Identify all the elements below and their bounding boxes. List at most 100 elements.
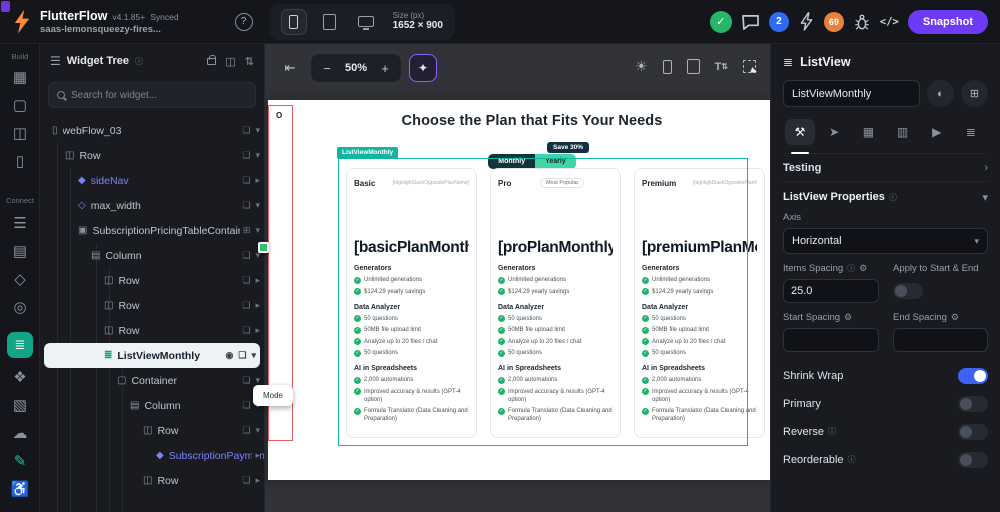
row-actions-icon[interactable]: ❏: [242, 125, 250, 136]
design-canvas[interactable]: ⇤ − 50% + ✦ ☀ T ⇅ O Choose the Plan that …: [265, 44, 770, 512]
help-button[interactable]: ?: [234, 12, 253, 31]
issues-badge[interactable]: 69: [823, 11, 844, 32]
row-actions-icon[interactable]: ❏: [242, 250, 250, 261]
row-actions-icon[interactable]: ❏: [242, 375, 250, 386]
widget-name-input[interactable]: [783, 80, 920, 107]
tab-documentation[interactable]: ≣: [956, 119, 986, 145]
device-preview-icon[interactable]: ▯: [0, 152, 40, 170]
api-calls-icon[interactable]: ◇: [0, 270, 40, 288]
expand-caret[interactable]: ▸: [255, 175, 260, 186]
data-schema-icon[interactable]: ▤: [0, 242, 40, 260]
tab-alignment[interactable]: ▥: [888, 119, 918, 145]
primary-toggle[interactable]: [958, 395, 988, 412]
magic-wand-button[interactable]: ✦: [409, 54, 438, 82]
text-scale-icon[interactable]: T ⇅: [715, 61, 728, 73]
zoom-level[interactable]: 50%: [345, 62, 367, 74]
expand-caret[interactable]: ▸: [255, 300, 260, 311]
tree-item-sidenav[interactable]: ◆ sideNav ❏ ▸: [40, 168, 264, 193]
phone-frame-icon[interactable]: [662, 59, 672, 74]
expand-caret[interactable]: ▸: [255, 275, 260, 286]
expand-caret[interactable]: ▾: [251, 350, 256, 361]
yearly-pill[interactable]: Yearly: [535, 154, 576, 169]
row-actions-icon[interactable]: ❏: [238, 350, 246, 361]
project-name[interactable]: saas-lemonsqueezy-fires...: [40, 24, 179, 36]
row-actions-icon[interactable]: ❏: [242, 200, 250, 211]
widgetize-button[interactable]: ⊞: [961, 80, 988, 107]
tree-item-row[interactable]: ◫ Row ❏ ▸: [40, 293, 264, 318]
row-actions-icon[interactable]: ❏: [242, 300, 250, 311]
tablet-preview-button[interactable]: [317, 9, 343, 35]
expand-caret[interactable]: ▸: [255, 450, 260, 461]
row-actions-icon[interactable]: ❏: [242, 475, 250, 486]
plans-heading[interactable]: Choose the Plan that Fits Your Needs: [298, 113, 766, 129]
tab-animations[interactable]: ▶: [922, 119, 952, 145]
widget-search[interactable]: [48, 82, 256, 108]
code-view-icon[interactable]: </>: [880, 16, 899, 28]
reorderable-toggle[interactable]: [958, 451, 988, 468]
team-icon[interactable]: ❖: [0, 368, 40, 386]
tree-item-column[interactable]: ▤Column❏▾: [40, 243, 264, 268]
row-actions-icon[interactable]: ❏: [242, 425, 250, 436]
shrink-wrap-toggle[interactable]: [958, 367, 988, 384]
testing-section[interactable]: Testing ›: [783, 154, 988, 182]
tree-item-row[interactable]: ◫ Row ❏ ▸: [40, 268, 264, 293]
info-icon[interactable]: ⓘ: [135, 56, 143, 67]
tree-item-listview-selected[interactable]: ≣ ListViewMonthly ◉ ❏ ▾: [44, 343, 260, 368]
expand-caret[interactable]: ▾: [255, 425, 260, 436]
theme-palette-button[interactable]: ◐: [927, 80, 954, 107]
monthly-pill[interactable]: Monthly: [488, 154, 536, 169]
page-preview[interactable]: O Choose the Plan that Fits Your Needs S…: [268, 100, 770, 480]
grid-badge-icon[interactable]: ⊞: [243, 225, 251, 236]
app-state-icon[interactable]: ◎: [0, 298, 40, 316]
resize-drag-handle[interactable]: [258, 242, 269, 253]
zoom-out-button[interactable]: −: [317, 58, 337, 78]
start-spacing-input[interactable]: [783, 328, 879, 352]
pages-icon[interactable]: ▢: [0, 96, 40, 114]
expand-caret[interactable]: ▾: [255, 125, 260, 136]
database-icon[interactable]: ☰: [0, 214, 40, 232]
variable-gear-icon[interactable]: ⚙: [844, 312, 852, 323]
mode-popup[interactable]: Mode: [253, 385, 293, 406]
tree-item-page[interactable]: ▯ webFlow_03 ❏ ▾: [40, 118, 264, 143]
debug-bug-icon[interactable]: [853, 13, 871, 31]
snapshot-button[interactable]: Snapshot: [907, 9, 988, 34]
expand-caret[interactable]: ▸: [255, 475, 260, 486]
widget-tree-active-icon[interactable]: ≣: [7, 332, 33, 358]
search-input[interactable]: [71, 89, 247, 101]
tab-actions[interactable]: ➤: [819, 119, 849, 145]
tab-generate[interactable]: ▦: [853, 119, 883, 145]
row-actions-icon[interactable]: ❏: [242, 175, 250, 186]
tree-item-container[interactable]: ▢ Container ❏ ▾: [40, 368, 264, 393]
tree-item-row[interactable]: ◫ Row ❏ ▸: [40, 468, 264, 493]
brightness-icon[interactable]: ☀: [635, 58, 648, 75]
chat-icon[interactable]: [741, 14, 760, 30]
visibility-eye-icon[interactable]: ◉: [226, 350, 234, 361]
axis-select[interactable]: Horizontal ▾: [783, 228, 988, 254]
tree-item-row[interactable]: ◫ Row ❏ ▾: [40, 143, 264, 168]
expand-caret[interactable]: ▾: [255, 150, 260, 161]
components-icon[interactable]: ◫: [0, 124, 40, 142]
row-actions-icon[interactable]: ❏: [242, 150, 250, 161]
zoom-in-button[interactable]: +: [375, 58, 395, 78]
expand-caret[interactable]: ▸: [255, 325, 260, 336]
pricing-card-pro[interactable]: Pro Most Popular [proPlanMonthlyPr Gener…: [490, 168, 621, 438]
tree-item-pricing-container[interactable]: ▣ SubscriptionPricingTableContainer ⊞ ▾: [40, 218, 264, 243]
select-frame-icon[interactable]: [743, 60, 756, 73]
filter-icon[interactable]: ⇅: [245, 55, 254, 68]
apply-start-end-toggle[interactable]: [893, 283, 923, 299]
pricing-card-basic[interactable]: Basic [highlightSashOppositePlanName] [b…: [346, 168, 477, 438]
expand-caret[interactable]: ▾: [255, 200, 260, 211]
dashboard-icon[interactable]: ▦: [0, 68, 40, 86]
tree-item-row[interactable]: ◫ Row ❏ ▸: [40, 318, 264, 343]
theme-editor-icon[interactable]: ✎: [0, 452, 40, 470]
collapse-panel-button[interactable]: ⇤: [277, 55, 303, 81]
tree-item-maxwidth[interactable]: ◇ max_width ❏ ▾: [40, 193, 264, 218]
end-spacing-input[interactable]: [893, 328, 988, 352]
panels-icon[interactable]: ◫: [225, 55, 235, 68]
notifications-badge[interactable]: 2: [768, 11, 789, 32]
lightning-icon[interactable]: [798, 12, 815, 31]
items-spacing-input[interactable]: [783, 279, 879, 303]
media-assets-icon[interactable]: ▧: [0, 396, 40, 414]
phone-preview-button[interactable]: [280, 8, 307, 35]
variable-gear-icon[interactable]: ⚙: [859, 263, 867, 274]
